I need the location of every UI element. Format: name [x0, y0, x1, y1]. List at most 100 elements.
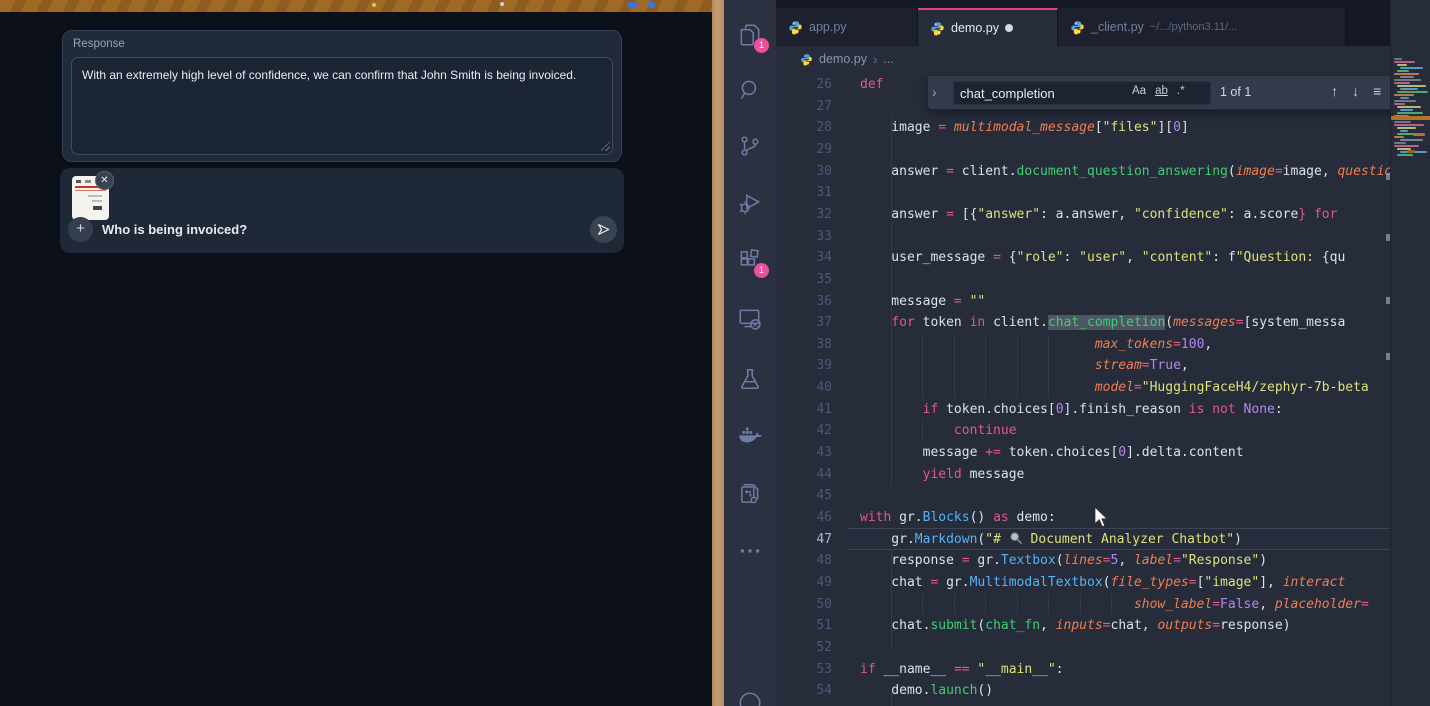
- line-number[interactable]: 30: [776, 161, 832, 183]
- code-line[interactable]: 54 demo.launch(): [776, 680, 1390, 702]
- code-line[interactable]: 46with gr.Blocks() as demo:: [776, 507, 1390, 529]
- line-number[interactable]: 43: [776, 442, 832, 464]
- line-number[interactable]: 26: [776, 74, 832, 96]
- line-number[interactable]: 42: [776, 420, 832, 442]
- code-text[interactable]: user_message = {"role": "user", "content…: [860, 247, 1345, 269]
- code-text[interactable]: continue: [860, 420, 1017, 442]
- code-line[interactable]: 53 if __name__ == "__main__":: [776, 659, 1390, 681]
- extensions-icon[interactable]: 1: [737, 247, 763, 273]
- line-number[interactable]: 31: [776, 182, 832, 204]
- code-text[interactable]: answer = client.document_question_answer…: [860, 161, 1390, 183]
- code-line[interactable]: 43 message += token.choices[0].delta.con…: [776, 442, 1390, 464]
- docker-icon[interactable]: [737, 424, 763, 450]
- whole-word-button[interactable]: ab: [1155, 85, 1168, 97]
- code-line[interactable]: 52: [776, 637, 1390, 659]
- code-text[interactable]: def: [860, 74, 883, 96]
- tab-demo-py[interactable]: demo.py: [918, 8, 1058, 46]
- line-number[interactable]: 51: [776, 615, 832, 637]
- tab-client-py[interactable]: _client.py ~/.../python3.11/...: [1058, 8, 1346, 46]
- code-line[interactable]: 48 response = gr.Textbox(lines=5, label=…: [776, 550, 1390, 572]
- find-previous-button[interactable]: ↑: [1331, 83, 1338, 100]
- search-icon[interactable]: [737, 77, 763, 103]
- line-number[interactable]: 28: [776, 117, 832, 139]
- testing-beaker-icon[interactable]: [737, 366, 763, 392]
- line-number[interactable]: 33: [776, 226, 832, 248]
- code-line[interactable]: 39 stream=True,: [776, 355, 1390, 377]
- line-number[interactable]: 41: [776, 399, 832, 421]
- remote-explorer-icon[interactable]: [737, 306, 763, 332]
- source-control-icon[interactable]: [737, 133, 763, 159]
- line-number[interactable]: 45: [776, 485, 832, 507]
- code-line[interactable]: 42 continue: [776, 420, 1390, 442]
- code-text[interactable]: model="HuggingFaceH4/zephyr-7b-beta: [860, 377, 1369, 399]
- line-number[interactable]: 40: [776, 377, 832, 399]
- send-button[interactable]: [590, 216, 617, 243]
- line-number[interactable]: 52: [776, 637, 832, 659]
- account-icon[interactable]: [737, 690, 763, 706]
- line-number[interactable]: 36: [776, 291, 832, 313]
- line-number[interactable]: 27: [776, 96, 832, 118]
- line-number[interactable]: 39: [776, 355, 832, 377]
- container-tools-icon[interactable]: [737, 481, 763, 507]
- chat-message-input[interactable]: Who is being invoiced?: [102, 222, 247, 237]
- line-number[interactable]: 48: [776, 550, 832, 572]
- line-number[interactable]: 47: [776, 529, 832, 551]
- code-line[interactable]: 31: [776, 182, 1390, 204]
- breadcrumb[interactable]: demo.py › ...: [776, 46, 1430, 72]
- line-number[interactable]: 35: [776, 269, 832, 291]
- line-number[interactable]: 46: [776, 507, 832, 529]
- line-number[interactable]: 34: [776, 247, 832, 269]
- code-text[interactable]: max_tokens=100,: [860, 334, 1212, 356]
- explorer-icon[interactable]: 1: [737, 22, 763, 48]
- line-number[interactable]: 29: [776, 139, 832, 161]
- code-text[interactable]: message += token.choices[0].delta.conten…: [860, 442, 1244, 464]
- code-text[interactable]: if token.choices[0].finish_reason is not…: [860, 399, 1283, 421]
- code-line[interactable]: 35: [776, 269, 1390, 291]
- match-case-button[interactable]: Aa: [1132, 85, 1146, 97]
- response-textarea[interactable]: [71, 57, 613, 155]
- code-line[interactable]: 40 model="HuggingFaceH4/zephyr-7b-beta: [776, 377, 1390, 399]
- code-line[interactable]: 44 yield message: [776, 464, 1390, 486]
- line-number[interactable]: 50: [776, 594, 832, 616]
- remove-attachment-button[interactable]: ✕: [95, 171, 114, 190]
- line-number[interactable]: 54: [776, 680, 832, 702]
- code-line[interactable]: 37 for token in client.chat_completion(m…: [776, 312, 1390, 334]
- find-next-button[interactable]: ↓: [1352, 83, 1359, 100]
- code-text[interactable]: if __name__ == "__main__":: [860, 659, 1064, 681]
- code-text[interactable]: message = "": [860, 291, 985, 313]
- line-number[interactable]: 38: [776, 334, 832, 356]
- line-number[interactable]: 53: [776, 659, 832, 681]
- line-number[interactable]: 55: [776, 702, 832, 706]
- toggle-replace-chevron-icon[interactable]: ›: [932, 84, 937, 100]
- code-text[interactable]: stream=True,: [860, 355, 1189, 377]
- breadcrumb-more[interactable]: ...: [883, 52, 893, 66]
- code-text[interactable]: response = gr.Textbox(lines=5, label="Re…: [860, 550, 1267, 572]
- code-text[interactable]: answer = [{"answer": a.answer, "confiden…: [860, 204, 1337, 226]
- code-line[interactable]: 45: [776, 485, 1390, 507]
- more-actions-icon[interactable]: [737, 538, 763, 564]
- code-text[interactable]: chat = gr.MultimodalTextbox(file_types=[…: [860, 572, 1345, 594]
- add-file-button[interactable]: +: [68, 217, 93, 242]
- line-number[interactable]: 44: [776, 464, 832, 486]
- code-line[interactable]: 55: [776, 702, 1390, 706]
- code-line[interactable]: 36 message = "": [776, 291, 1390, 313]
- code-line[interactable]: 32 answer = [{"answer": a.answer, "confi…: [776, 204, 1390, 226]
- code-line[interactable]: 49 chat = gr.MultimodalTextbox(file_type…: [776, 572, 1390, 594]
- code-line[interactable]: 33: [776, 226, 1390, 248]
- code-text[interactable]: gr.Markdown("# Document Analyzer Chatbot…: [860, 529, 1242, 553]
- code-line[interactable]: 29: [776, 139, 1390, 161]
- minimap[interactable]: [1390, 0, 1430, 706]
- line-number[interactable]: 32: [776, 204, 832, 226]
- code-text[interactable]: yield message: [860, 464, 1024, 486]
- code-editor[interactable]: 26def2728 image = multimodal_message["fi…: [776, 74, 1390, 706]
- modified-dot-icon[interactable]: [1005, 24, 1013, 32]
- run-debug-icon[interactable]: [737, 190, 763, 216]
- code-text[interactable]: show_label=False, placeholder=: [860, 594, 1369, 616]
- code-text[interactable]: for token in client.chat_completion(mess…: [860, 312, 1345, 334]
- code-line[interactable]: 47 gr.Markdown("# Document Analyzer Chat…: [776, 529, 1390, 551]
- code-line[interactable]: 41 if token.choices[0].finish_reason is …: [776, 399, 1390, 421]
- code-line[interactable]: 51 chat.submit(chat_fn, inputs=chat, out…: [776, 615, 1390, 637]
- code-line[interactable]: 50 show_label=False, placeholder=: [776, 594, 1390, 616]
- code-text[interactable]: chat.submit(chat_fn, inputs=chat, output…: [860, 615, 1291, 637]
- line-number[interactable]: 37: [776, 312, 832, 334]
